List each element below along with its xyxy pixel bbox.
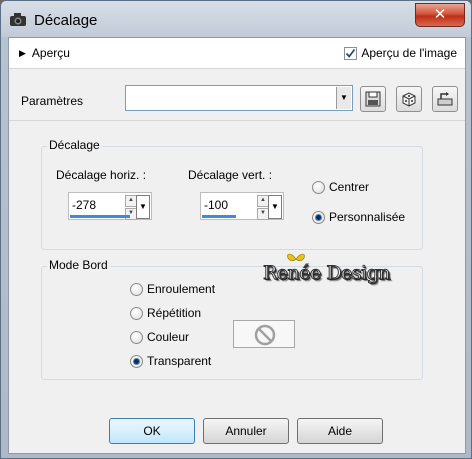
vert-dropdown-arrow-icon[interactable]: ▼ <box>268 195 282 219</box>
radio-color-label: Couleur <box>147 330 190 344</box>
vert-offset-label: Décalage vert. : <box>188 168 273 182</box>
radio-button[interactable] <box>312 180 325 194</box>
ok-button[interactable]: OK <box>109 418 195 444</box>
preview-image-checkbox[interactable]: Aperçu de l'image <box>344 46 457 60</box>
horiz-offset-label: Décalage horiz. : <box>56 168 147 182</box>
radio-center-label: Centrer <box>329 180 370 194</box>
separator <box>9 120 465 121</box>
radio-button[interactable] <box>312 210 325 224</box>
vert-offset-value[interactable]: -100 <box>204 198 228 212</box>
radio-repeat-label: Répétition <box>147 306 202 320</box>
reset-defaults-button[interactable] <box>432 86 458 112</box>
save-icon <box>365 91 381 107</box>
params-label: Paramètres <box>21 94 84 108</box>
dialog-client: ▶ Aperçu Aperçu de l'image Paramètres ▼ <box>8 37 466 454</box>
horiz-slider-bar[interactable] <box>70 215 130 218</box>
radio-custom-label: Personnalisée <box>329 210 406 224</box>
radio-transparent[interactable]: Transparent <box>130 354 211 368</box>
horiz-offset-spinbox[interactable]: -278 ▲ ▼ ▼ <box>68 192 152 220</box>
color-swatch[interactable] <box>233 320 295 348</box>
expand-arrow-icon: ▶ <box>19 48 26 58</box>
window-title: Décalage <box>34 12 98 29</box>
radio-button[interactable] <box>130 354 143 368</box>
preview-toggle-label: Aperçu <box>31 46 70 60</box>
radio-button[interactable] <box>130 306 143 320</box>
checkbox-box[interactable] <box>344 46 358 60</box>
app-icon <box>9 11 27 27</box>
vert-offset-spinbox[interactable]: -100 ▲ ▼ ▼ <box>200 192 284 220</box>
radio-button[interactable] <box>130 330 143 344</box>
radio-repeat[interactable]: Répétition <box>130 306 201 320</box>
radio-transparent-label: Transparent <box>147 354 212 368</box>
radio-color[interactable]: Couleur <box>130 330 189 344</box>
vert-slider-bar[interactable] <box>202 215 236 218</box>
preview-bar: ▶ Aperçu Aperçu de l'image <box>9 38 465 69</box>
radio-wrap[interactable]: Enroulement <box>130 282 215 296</box>
checkbox-label: Aperçu de l'image <box>361 46 457 60</box>
offset-group-title: Décalage <box>47 138 102 152</box>
radio-wrap-label: Enroulement <box>147 282 216 296</box>
radio-center[interactable]: Centrer <box>312 180 369 194</box>
radio-custom[interactable]: Personnalisée <box>312 210 405 224</box>
watermark-text: Renée Design <box>262 262 391 285</box>
cancel-button[interactable]: Annuler <box>203 418 289 444</box>
horiz-offset-value[interactable]: -278 <box>72 198 96 212</box>
checkmark-icon <box>346 48 356 58</box>
reset-icon <box>437 92 453 106</box>
horiz-dropdown-arrow-icon[interactable]: ▼ <box>136 195 150 219</box>
dice-icon <box>402 92 416 107</box>
radio-button[interactable] <box>130 282 143 296</box>
watermark-logo: Renée Design <box>261 253 391 294</box>
preset-dropdown-arrow-icon[interactable]: ▼ <box>336 87 351 109</box>
title-bar[interactable]: Décalage ✕ <box>1 1 471 37</box>
help-button[interactable]: Aide <box>297 418 383 444</box>
no-color-icon <box>254 324 276 346</box>
close-button[interactable]: ✕ <box>415 3 465 27</box>
preview-toggle[interactable]: ▶ Aperçu <box>19 46 70 60</box>
preset-combo[interactable]: ▼ <box>125 85 353 111</box>
close-icon: ✕ <box>433 6 447 23</box>
dialog-window: Décalage ✕ ▶ Aperçu Aperçu de l'image Par… <box>0 0 472 459</box>
save-preset-button[interactable] <box>360 86 386 112</box>
edge-mode-group-title: Mode Bord <box>47 258 110 272</box>
randomize-button[interactable] <box>396 86 422 112</box>
